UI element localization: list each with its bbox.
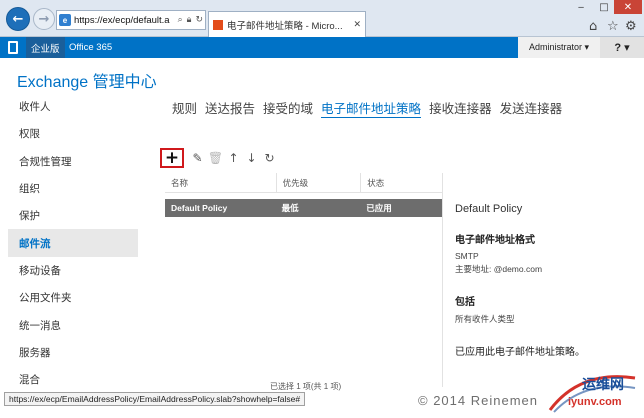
move-up-icon[interactable]: ↑ bbox=[226, 150, 241, 166]
back-button[interactable]: ← bbox=[6, 7, 30, 31]
nav-item-unified-messaging[interactable]: 统一消息 bbox=[8, 311, 138, 338]
nav-item-hybrid[interactable]: 混合 bbox=[8, 366, 138, 393]
add-icon[interactable]: + bbox=[160, 148, 184, 168]
row-priority: 最低 bbox=[281, 203, 299, 213]
details-title: Default Policy bbox=[455, 203, 523, 215]
help-menu[interactable]: ? ▾ bbox=[600, 37, 644, 58]
admin-menu[interactable]: Administrator ▾ bbox=[518, 37, 600, 58]
row-name: Default Policy bbox=[171, 203, 228, 213]
office-tab-icon bbox=[213, 19, 223, 30]
details-format-type: SMTP bbox=[455, 251, 479, 261]
nav-item-mobile[interactable]: 移动设备 bbox=[8, 257, 138, 284]
minimize-button[interactable]: ‒ bbox=[572, 0, 590, 14]
suite-bar: 企业版 Office 365 Administrator ▾ ? ▾ bbox=[0, 37, 644, 58]
refresh-icon[interactable]: ↻ bbox=[195, 15, 203, 25]
list-header: 名称 优先级 状态 bbox=[165, 173, 442, 193]
tab-receive-connectors[interactable]: 接收连接器 bbox=[429, 98, 492, 118]
page-title: Exchange 管理中心 bbox=[17, 74, 157, 91]
browser-tab[interactable]: 电子邮件地址策略 - Micro... ✕ bbox=[208, 11, 366, 37]
refresh-list-icon[interactable]: ↻ bbox=[262, 150, 277, 166]
details-includes-heading: 包括 bbox=[455, 297, 475, 308]
ie-icon: e bbox=[59, 14, 71, 26]
move-down-icon[interactable]: ↓ bbox=[244, 150, 259, 166]
mail-flow-tabs: 规则 送达报告 接受的域 电子邮件地址策略 接收连接器 发送连接器 bbox=[172, 98, 562, 118]
office-logo-icon[interactable] bbox=[8, 41, 18, 54]
list-toolbar: + ✎ 🗑︎ ↑ ↓ ↻ bbox=[160, 148, 277, 168]
home-icon[interactable]: ⌂ bbox=[589, 19, 597, 34]
copyright-watermark: © 2014 Reinemen bbox=[418, 393, 538, 408]
forward-button[interactable]: → bbox=[33, 8, 55, 30]
star-icon[interactable]: ☆ bbox=[607, 19, 619, 34]
details-applied-status: 已应用此电子邮件地址策略。 bbox=[455, 347, 585, 358]
tab-accepted-domains[interactable]: 接受的域 bbox=[263, 98, 313, 118]
browser-chrome: ← → e https://ex/ecp/default.a ⌕ 🔒︎ ↻ 电子… bbox=[0, 0, 644, 37]
maximize-button[interactable]: □ bbox=[595, 0, 613, 14]
suite-office365-link[interactable]: Office 365 bbox=[64, 37, 117, 58]
lock-icon[interactable]: 🔒︎ bbox=[187, 15, 192, 25]
nav-item-organization[interactable]: 组织 bbox=[8, 175, 138, 202]
nav-item-permissions[interactable]: 权限 bbox=[8, 120, 138, 147]
details-primary-address: 主要地址: @demo.com bbox=[455, 264, 543, 274]
search-icon[interactable]: ⌕ bbox=[178, 15, 183, 25]
nav-item-recipients[interactable]: 收件人 bbox=[8, 93, 138, 120]
tab-close-icon[interactable]: ✕ bbox=[353, 19, 361, 30]
policy-list: 名称 优先级 状态 Default Policy 最低 已应用 bbox=[165, 173, 443, 387]
close-window-button[interactable]: ✕ bbox=[614, 0, 642, 14]
column-header-name[interactable]: 名称 bbox=[165, 173, 276, 192]
tab-email-address-policies[interactable]: 电子邮件地址策略 bbox=[321, 98, 422, 118]
suite-enterprise-link[interactable]: 企业版 bbox=[26, 37, 65, 58]
edit-icon[interactable]: ✎ bbox=[190, 150, 205, 166]
left-nav: 收件人 权限 合规性管理 组织 保护 邮件流 移动设备 公用文件夹 统一消息 服… bbox=[8, 93, 138, 393]
nav-item-protection[interactable]: 保护 bbox=[8, 202, 138, 229]
tab-delivery-reports[interactable]: 送达报告 bbox=[205, 98, 255, 118]
watermark-site-url: iyunv.com bbox=[568, 396, 622, 408]
tab-rules[interactable]: 规则 bbox=[172, 98, 197, 118]
status-bar-url: https://ex/ecp/EmailAddressPolicy/EmailA… bbox=[4, 392, 306, 406]
column-header-status[interactable]: 状态 bbox=[360, 173, 442, 192]
details-includes-value: 所有收件人类型 bbox=[455, 314, 515, 324]
nav-item-public-folders[interactable]: 公用文件夹 bbox=[8, 284, 138, 311]
table-row[interactable]: Default Policy 最低 已应用 bbox=[165, 199, 442, 217]
row-status: 已应用 bbox=[366, 203, 392, 213]
delete-icon[interactable]: 🗑︎ bbox=[208, 150, 223, 166]
details-format-heading: 电子邮件地址格式 bbox=[455, 235, 535, 246]
address-text: https://ex/ecp/default.a bbox=[74, 14, 170, 26]
selection-count: 已选择 1 项(共 1 项) bbox=[270, 382, 342, 391]
nav-item-compliance[interactable]: 合规性管理 bbox=[8, 148, 138, 175]
nav-item-mail-flow[interactable]: 邮件流 bbox=[8, 229, 138, 257]
gear-icon[interactable]: ⚙ bbox=[625, 19, 637, 34]
address-bar[interactable]: e https://ex/ecp/default.a ⌕ 🔒︎ ↻ bbox=[56, 10, 206, 30]
tab-send-connectors[interactable]: 发送连接器 bbox=[500, 98, 563, 118]
tab-title: 电子邮件地址策略 - Micro... bbox=[227, 20, 343, 32]
details-pane: Default Policy 电子邮件地址格式 SMTP 主要地址: @demo… bbox=[455, 203, 635, 358]
watermark-site-name: 运维网 bbox=[582, 376, 624, 392]
nav-item-servers[interactable]: 服务器 bbox=[8, 339, 138, 366]
column-header-priority[interactable]: 优先级 bbox=[275, 173, 361, 192]
